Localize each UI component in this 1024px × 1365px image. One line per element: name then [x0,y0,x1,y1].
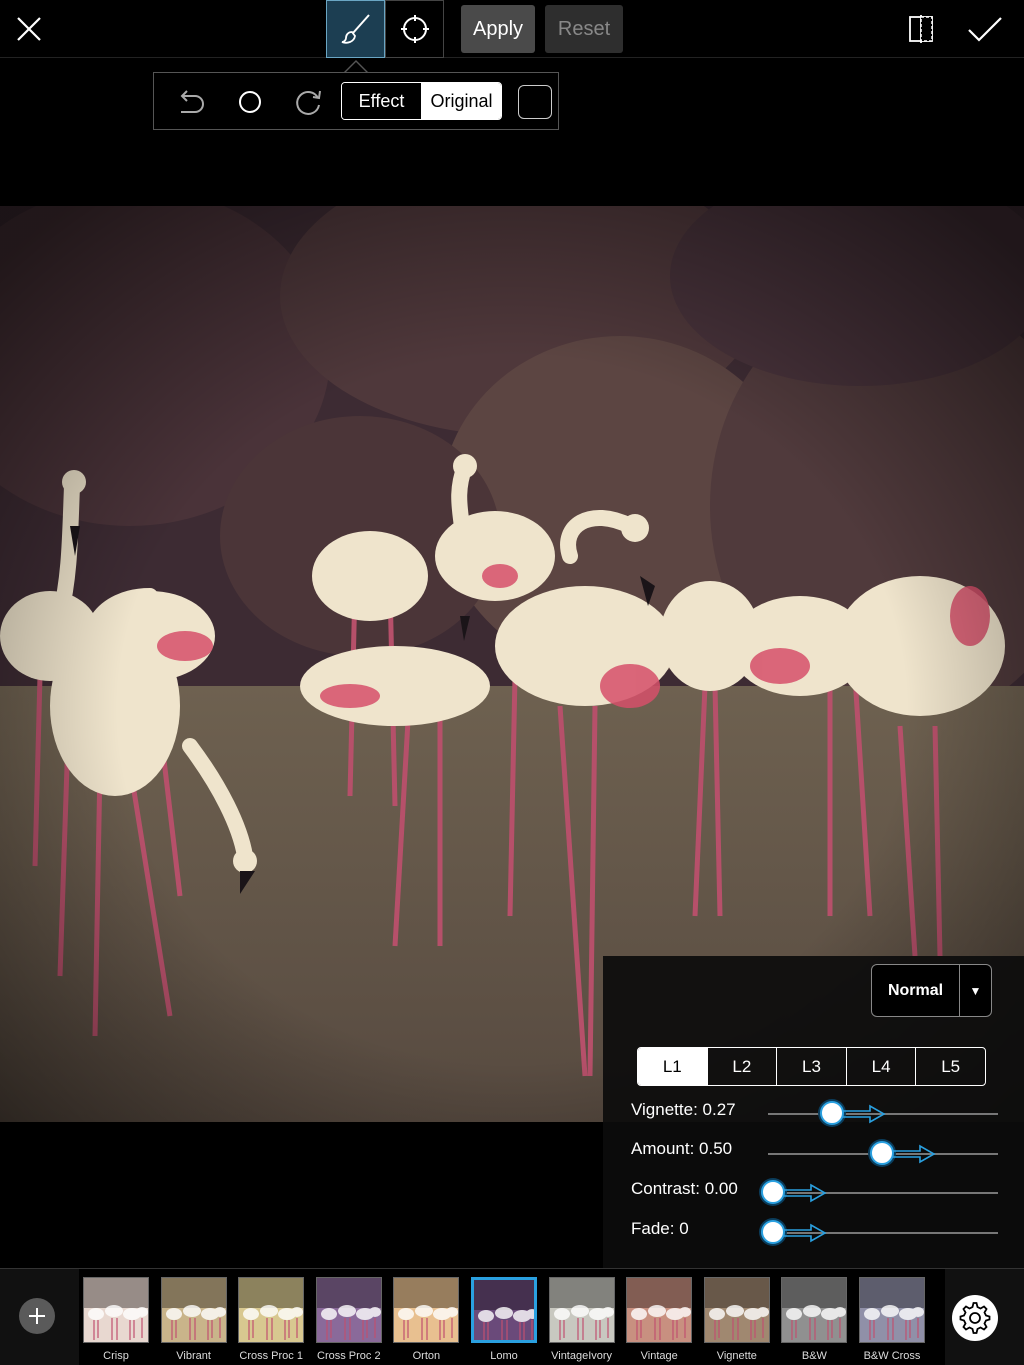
level-tab-l3[interactable]: L3 [777,1048,847,1085]
level-tab-l5[interactable]: L5 [916,1048,985,1085]
preset-label: Orton [412,1350,441,1362]
blend-mode-select[interactable]: Normal ▼ [871,964,992,1017]
compare-icon [909,15,933,43]
preset-preview [316,1278,381,1342]
preset-thumb-lomo[interactable] [471,1277,537,1343]
settings-button[interactable] [952,1295,998,1341]
preset-thumb-vignette[interactable] [703,1277,770,1343]
preset-thumb-cross-proc-1[interactable] [238,1277,305,1343]
preset-thumb-crisp[interactable] [83,1277,149,1343]
dropdown-caret-icon: ▼ [969,983,982,998]
contrast-slider-knob[interactable] [761,1180,785,1204]
preset-label: VintageIvory [551,1350,613,1362]
preset-preview [860,1278,924,1342]
preset-thumb-b-w[interactable] [781,1277,848,1343]
adjust-panel: Normal ▼ L1 L2 L3 L4 L5 Vignette: 0.27 A… [603,956,1024,1268]
preset-preview [782,1278,847,1342]
confirm-button[interactable] [962,8,1008,50]
brush-options-popover: Effect Original [153,72,559,130]
contrast-label: Contrast: 0.00 [631,1179,738,1198]
undo-icon [180,90,204,113]
brush-icon [341,14,370,44]
preset-label: Vignette [716,1350,757,1362]
preset-preview [474,1280,534,1340]
effect-original-toggle: Effect Original [341,82,502,120]
preset-thumb-b-w-cross[interactable] [859,1277,925,1343]
circle-icon [239,91,261,113]
drag-arrow-icon [892,1144,936,1164]
amount-label: Amount: 0.50 [631,1139,733,1158]
redo-button[interactable] [289,83,327,121]
preset-label: Lomo [490,1350,518,1362]
amount-slider-knob[interactable] [870,1141,895,1165]
preset-preview [394,1278,459,1342]
preset-preview [161,1278,226,1342]
checkmark-icon [968,17,1002,42]
preset-label: Cross Proc 2 [317,1350,381,1362]
preset-label: B&W [801,1350,827,1362]
brush-tool-button[interactable] [326,0,385,58]
preset-label: Vibrant [176,1350,211,1362]
preset-preview [239,1278,304,1342]
preset-label: Cross Proc 1 [239,1350,303,1362]
close-icon [17,17,41,41]
redo-icon [296,90,321,115]
vignette-slider-knob[interactable] [819,1101,844,1125]
level-tab-l1[interactable]: L1 [638,1048,708,1085]
preset-label: B&W Cross [863,1350,921,1362]
compare-button[interactable] [900,8,942,50]
drag-arrow-icon [783,1223,827,1243]
preset-label: Crisp [103,1350,129,1362]
preset-thumb-cross-proc-2[interactable] [315,1277,382,1343]
vignette-label: Vignette: 0.27 [631,1100,736,1119]
preset-preview [549,1278,614,1342]
fade-label: Fade: 0 [631,1219,689,1238]
add-button[interactable] [19,1298,55,1334]
gear-icon [959,1302,991,1334]
target-icon [400,15,429,43]
original-toggle[interactable]: Original [422,83,501,119]
preset-preview [704,1278,769,1342]
target-tool-button[interactable] [385,0,444,58]
level-tab-l2[interactable]: L2 [708,1048,778,1085]
preset-label: Vintage [640,1350,678,1362]
preset-thumb-orton[interactable] [393,1277,460,1343]
undo-button[interactable] [172,83,210,121]
apply-button[interactable]: Apply [461,5,535,53]
drag-arrow-icon [841,1104,886,1124]
plus-icon [29,1308,45,1324]
close-button[interactable] [6,6,52,52]
level-tab-l4[interactable]: L4 [847,1048,917,1085]
reset-button[interactable]: Reset [545,5,623,53]
preset-strip: Crisp Vibrant Cross Proc 1 Cross Proc 2 Orto… [79,1269,945,1365]
brush-shape-button[interactable] [231,83,269,121]
drag-arrow-icon [783,1183,827,1203]
preset-thumb-vintageivory[interactable] [548,1277,615,1343]
preset-thumb-vibrant[interactable] [160,1277,227,1343]
preset-filmstrip: Crisp Vibrant Cross Proc 1 Cross Proc 2 Orto… [0,1268,1024,1365]
preset-preview [84,1278,148,1342]
fade-slider-knob[interactable] [761,1220,785,1244]
preset-thumb-vintage[interactable] [626,1277,693,1343]
top-toolbar: Apply Reset [0,0,1024,58]
effect-toggle[interactable]: Effect [342,83,422,119]
level-selector: L1 L2 L3 L4 L5 [637,1047,986,1086]
blend-mode-value: Normal [872,965,960,1016]
preset-preview [627,1278,692,1342]
square-icon[interactable] [518,85,552,119]
